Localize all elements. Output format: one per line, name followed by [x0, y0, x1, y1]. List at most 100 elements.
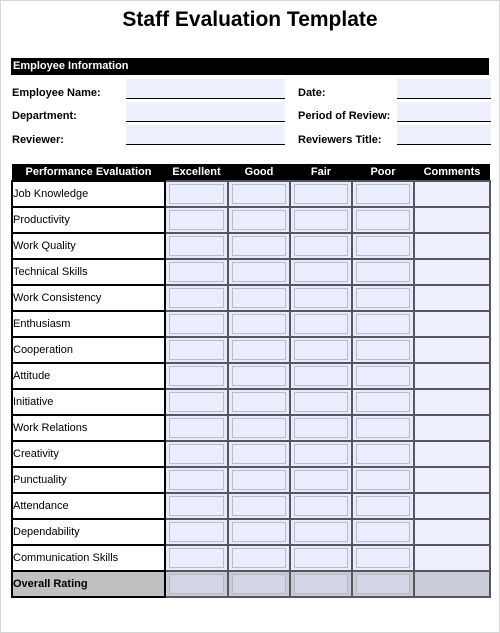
comments-field[interactable]: [413, 258, 491, 286]
rating-field-good[interactable]: [232, 314, 286, 334]
comments-field[interactable]: [413, 180, 491, 208]
rating-field-excellent[interactable]: [169, 574, 224, 594]
period-of-review-field[interactable]: [397, 102, 491, 122]
rating-field-excellent[interactable]: [169, 340, 224, 360]
rating-field-excellent[interactable]: [169, 444, 224, 464]
rating-cell-good: [227, 518, 291, 546]
rating-field-excellent[interactable]: [169, 470, 224, 490]
rating-cell-excellent: [164, 388, 229, 416]
comments-field[interactable]: [413, 414, 491, 442]
rating-field-good[interactable]: [232, 262, 286, 282]
rating-field-poor[interactable]: [356, 496, 410, 516]
rating-field-excellent[interactable]: [169, 236, 224, 256]
comments-field[interactable]: [413, 388, 491, 416]
rating-field-excellent[interactable]: [169, 418, 224, 438]
rating-field-poor[interactable]: [356, 262, 410, 282]
rating-field-poor[interactable]: [356, 210, 410, 230]
reviewer-field[interactable]: [126, 125, 285, 145]
rating-cell-good: [227, 570, 291, 598]
rating-field-fair[interactable]: [294, 314, 348, 334]
rating-field-good[interactable]: [232, 418, 286, 438]
rating-field-fair[interactable]: [294, 392, 348, 412]
comments-field[interactable]: [413, 492, 491, 520]
rating-field-excellent[interactable]: [169, 210, 224, 230]
department-field[interactable]: [126, 102, 285, 122]
rating-field-good[interactable]: [232, 366, 286, 386]
comments-field[interactable]: [413, 570, 491, 598]
rating-cell-poor: [351, 336, 415, 364]
rating-field-good[interactable]: [232, 184, 286, 204]
rating-field-good[interactable]: [232, 236, 286, 256]
comments-field[interactable]: [413, 544, 491, 572]
rating-field-fair[interactable]: [294, 236, 348, 256]
rating-field-poor[interactable]: [356, 444, 410, 464]
criterion-label: Attitude: [11, 362, 166, 390]
rating-field-fair[interactable]: [294, 496, 348, 516]
rating-field-poor[interactable]: [356, 288, 410, 308]
comments-field[interactable]: [413, 284, 491, 312]
comments-field[interactable]: [413, 518, 491, 546]
rating-field-poor[interactable]: [356, 522, 410, 542]
criterion-label: Work Relations: [11, 414, 166, 442]
rating-field-excellent[interactable]: [169, 184, 224, 204]
rating-field-poor[interactable]: [356, 418, 410, 438]
rating-field-poor[interactable]: [356, 366, 410, 386]
rating-field-fair[interactable]: [294, 288, 348, 308]
rating-field-poor[interactable]: [356, 314, 410, 334]
rating-field-good[interactable]: [232, 210, 286, 230]
rating-field-good[interactable]: [232, 340, 286, 360]
rating-field-poor[interactable]: [356, 548, 410, 568]
rating-field-good[interactable]: [232, 574, 286, 594]
rating-field-excellent[interactable]: [169, 288, 224, 308]
rating-field-poor[interactable]: [356, 574, 410, 594]
table-row: Attendance: [11, 492, 491, 520]
rating-field-fair[interactable]: [294, 210, 348, 230]
rating-field-excellent[interactable]: [169, 392, 224, 412]
comments-field[interactable]: [413, 440, 491, 468]
rating-field-fair[interactable]: [294, 548, 348, 568]
rating-field-excellent[interactable]: [169, 548, 224, 568]
rating-field-fair[interactable]: [294, 470, 348, 490]
rating-field-excellent[interactable]: [169, 496, 224, 516]
comments-field[interactable]: [413, 206, 491, 234]
rating-field-fair[interactable]: [294, 574, 348, 594]
comments-field[interactable]: [413, 466, 491, 494]
table-row: Work Consistency: [11, 284, 491, 312]
comments-field[interactable]: [413, 310, 491, 338]
rating-field-fair[interactable]: [294, 444, 348, 464]
rating-field-poor[interactable]: [356, 392, 410, 412]
table-row: Dependability: [11, 518, 491, 546]
rating-field-fair[interactable]: [294, 340, 348, 360]
rating-field-fair[interactable]: [294, 522, 348, 542]
rating-field-poor[interactable]: [356, 184, 410, 204]
reviewers-title-label: Reviewers Title:: [298, 134, 382, 146]
rating-cell-good: [227, 414, 291, 442]
rating-field-good[interactable]: [232, 470, 286, 490]
rating-field-poor[interactable]: [356, 236, 410, 256]
rating-field-good[interactable]: [232, 444, 286, 464]
rating-field-excellent[interactable]: [169, 314, 224, 334]
rating-field-fair[interactable]: [294, 366, 348, 386]
rating-field-good[interactable]: [232, 522, 286, 542]
rating-cell-good: [227, 440, 291, 468]
rating-field-fair[interactable]: [294, 184, 348, 204]
rating-field-excellent[interactable]: [169, 366, 224, 386]
rating-cell-poor: [351, 544, 415, 572]
comments-field[interactable]: [413, 336, 491, 364]
rating-field-fair[interactable]: [294, 418, 348, 438]
rating-field-good[interactable]: [232, 288, 286, 308]
reviewers-title-field[interactable]: [397, 125, 491, 145]
rating-field-excellent[interactable]: [169, 522, 224, 542]
rating-field-poor[interactable]: [356, 470, 410, 490]
employee-name-field[interactable]: [126, 79, 285, 99]
rating-field-good[interactable]: [232, 496, 286, 516]
comments-field[interactable]: [413, 232, 491, 260]
rating-field-good[interactable]: [232, 548, 286, 568]
rating-field-fair[interactable]: [294, 262, 348, 282]
rating-field-poor[interactable]: [356, 340, 410, 360]
rating-field-excellent[interactable]: [169, 262, 224, 282]
rating-cell-good: [227, 180, 291, 208]
date-field[interactable]: [397, 79, 491, 99]
rating-field-good[interactable]: [232, 392, 286, 412]
comments-field[interactable]: [413, 362, 491, 390]
